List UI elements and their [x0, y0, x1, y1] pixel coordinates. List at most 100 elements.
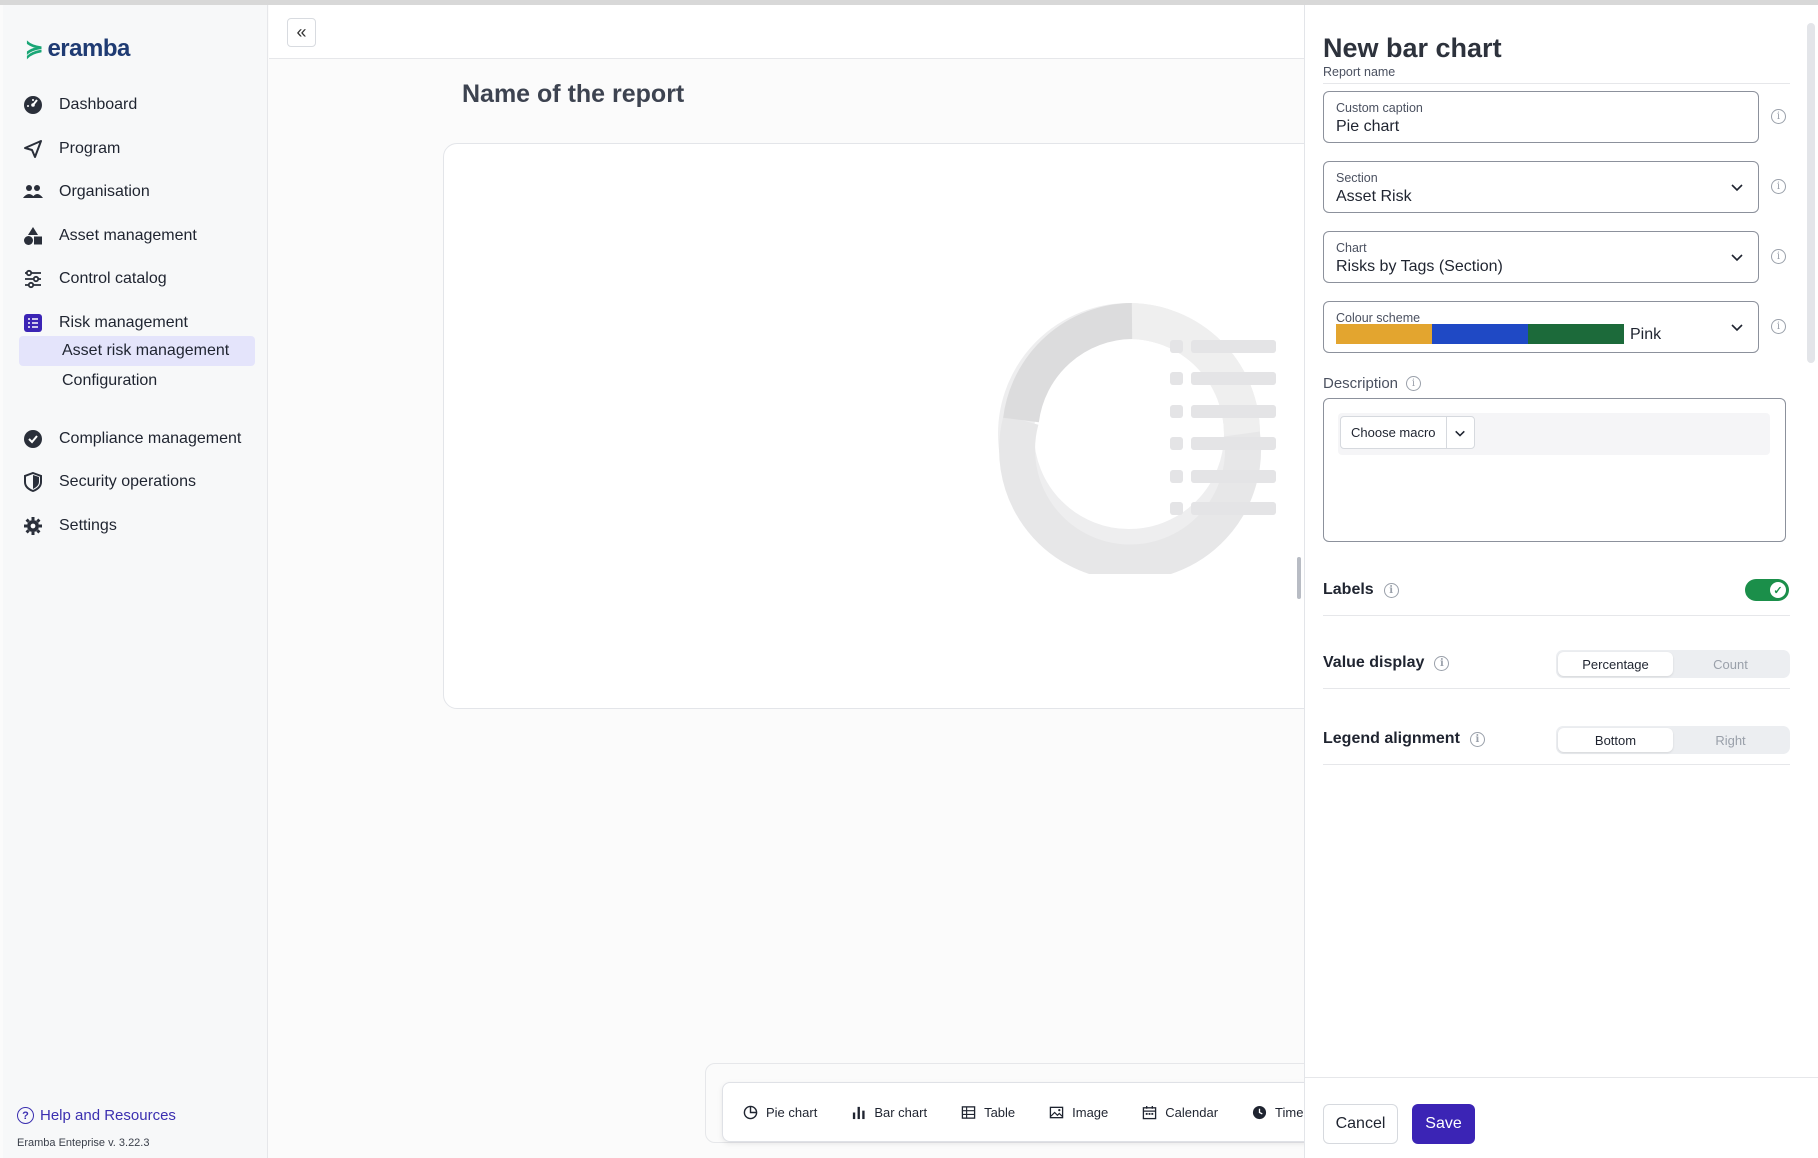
save-button[interactable]: Save	[1412, 1104, 1475, 1144]
chevron-down-icon	[1445, 417, 1474, 448]
check-icon: ✓	[1770, 582, 1786, 598]
question-icon: ?	[17, 1107, 34, 1124]
info-icon[interactable]: i	[1771, 179, 1786, 194]
tool-pie-chart[interactable]: Pie chart	[743, 1105, 817, 1120]
info-icon[interactable]: i	[1406, 376, 1422, 391]
chart-settings-panel: New bar chart Report name Custom caption…	[1304, 5, 1818, 1158]
cancel-button[interactable]: Cancel	[1323, 1104, 1398, 1144]
field-label: Colour scheme	[1336, 311, 1421, 325]
sidebar-item-program[interactable]: Program	[23, 133, 120, 165]
sidebar-item-settings[interactable]: Settings	[23, 510, 117, 542]
field-label: Custom caption	[1336, 101, 1423, 115]
image-icon	[1049, 1106, 1064, 1118]
tool-label: Time	[1275, 1104, 1304, 1120]
panel-scrollbar[interactable]	[1807, 23, 1815, 363]
info-icon[interactable]: i	[1383, 582, 1399, 598]
editor-toolbar: Choose macro	[1338, 413, 1770, 455]
sidebar-item-label: Security operations	[59, 473, 196, 490]
choose-macro-button[interactable]: Choose macro	[1340, 416, 1475, 449]
chevron-down-icon	[1731, 324, 1743, 332]
sliders-icon	[23, 269, 43, 289]
colour-scheme-select[interactable]: Colour scheme Pink	[1323, 301, 1759, 353]
sidebar-subitem-asset-risk-management[interactable]: Asset risk management	[19, 336, 255, 366]
legend-placeholder-row	[1170, 405, 1276, 418]
panel-resize-handle[interactable]	[1297, 557, 1301, 599]
info-icon[interactable]: i	[1434, 655, 1450, 671]
pie-chart-icon	[743, 1105, 758, 1119]
section-select[interactable]: Section Asset Risk	[1323, 161, 1759, 213]
calendar-icon	[1143, 1105, 1157, 1119]
chevron-down-icon	[1731, 184, 1743, 192]
labels-toggle[interactable]: ✓	[1745, 579, 1789, 601]
sidebar-item-label: Organisation	[59, 183, 150, 200]
sidebar-subitem-label: Asset risk management	[62, 342, 230, 359]
tool-bar-chart[interactable]: Bar chart	[851, 1105, 927, 1120]
clock-icon	[1252, 1105, 1267, 1119]
sidebar-item-compliance-management[interactable]: Compliance management	[23, 423, 241, 455]
description-label: Description i	[1323, 375, 1422, 392]
widget-toolbar-inner: Pie chart Bar chart Table Image Calendar…	[722, 1082, 1362, 1142]
gear-icon	[23, 516, 43, 536]
field-value: Asset Risk	[1336, 188, 1412, 205]
donut-placeholder	[998, 303, 1262, 574]
tool-calendar[interactable]: Calendar	[1142, 1105, 1218, 1120]
sidebar-item-security-operations[interactable]: Security operations	[23, 466, 196, 498]
tool-table[interactable]: Table	[961, 1105, 1015, 1120]
dashboard-icon	[23, 95, 43, 115]
sidebar-item-organisation[interactable]: Organisation	[23, 176, 150, 208]
value-display-segmented: Percentage Count	[1556, 650, 1790, 678]
info-icon[interactable]: i	[1771, 109, 1786, 124]
sidebar-item-dashboard[interactable]: Dashboard	[23, 89, 137, 121]
swatch-green	[1528, 324, 1624, 344]
field-value: Pink	[1630, 326, 1662, 343]
info-icon[interactable]: i	[1771, 249, 1786, 264]
sidebar-subitem-label: Configuration	[62, 372, 158, 389]
panel-subtitle: Report name	[1323, 65, 1396, 79]
value-display-text: Value display	[1323, 654, 1425, 671]
legend-placeholder-row	[1170, 372, 1276, 385]
description-editor[interactable]: Choose macro	[1323, 398, 1786, 542]
sidebar-item-asset-management[interactable]: Asset management	[23, 220, 197, 252]
segment-bottom[interactable]: Bottom	[1558, 728, 1673, 752]
legend-alignment-segmented: Bottom Right	[1556, 726, 1790, 754]
sidebar-item-label: Risk management	[59, 314, 188, 331]
swatch-yellow	[1336, 324, 1432, 344]
tool-label: Bar chart	[874, 1104, 928, 1120]
custom-caption-field[interactable]: Custom caption Pie chart	[1323, 91, 1759, 143]
sidebar-item-label: Control catalog	[59, 270, 167, 287]
report-widget-card[interactable]	[443, 143, 1343, 709]
sidebar-subitem-configuration[interactable]: Configuration	[19, 366, 255, 396]
main-header: «	[269, 5, 1304, 59]
help-link[interactable]: ? Help and Resources	[17, 1107, 176, 1124]
donut-segment	[1003, 303, 1133, 423]
send-icon	[23, 139, 43, 159]
value-display-label: Value display i	[1323, 654, 1450, 672]
table-icon	[961, 1105, 976, 1119]
sidebar-item-control-catalog[interactable]: Control catalog	[23, 263, 167, 295]
tool-label: Pie chart	[766, 1104, 818, 1120]
swatch-blue	[1432, 324, 1528, 344]
sidebar-item-label: Program	[59, 140, 121, 157]
check-badge-icon	[23, 429, 43, 449]
segment-count[interactable]: Count	[1673, 652, 1788, 676]
sidebar-item-label: Compliance management	[59, 430, 242, 447]
tool-image[interactable]: Image	[1049, 1105, 1108, 1120]
chart-select[interactable]: Chart Risks by Tags (Section)	[1323, 231, 1759, 283]
sidebar-item-risk-management[interactable]: Risk management	[23, 307, 188, 339]
legend-placeholder-row	[1170, 502, 1276, 515]
sidebar-item-label: Dashboard	[59, 96, 138, 113]
chevron-down-icon	[1731, 254, 1743, 262]
info-icon[interactable]: i	[1771, 319, 1786, 334]
value-display-row: Value display i Percentage Count	[1323, 637, 1790, 689]
info-icon[interactable]: i	[1469, 731, 1485, 747]
collapse-sidebar-button[interactable]: «	[287, 18, 316, 47]
labels-text: Labels	[1323, 581, 1374, 598]
segment-right[interactable]: Right	[1673, 728, 1788, 752]
labels-label: Labels i	[1323, 581, 1399, 599]
logo[interactable]: ≽ eramba	[25, 35, 130, 63]
legend-placeholder-row	[1170, 340, 1276, 353]
tool-time[interactable]: Time	[1252, 1105, 1303, 1120]
shield-icon	[23, 472, 43, 492]
segment-percentage[interactable]: Percentage	[1558, 652, 1673, 676]
field-value: Pie chart	[1336, 118, 1400, 135]
